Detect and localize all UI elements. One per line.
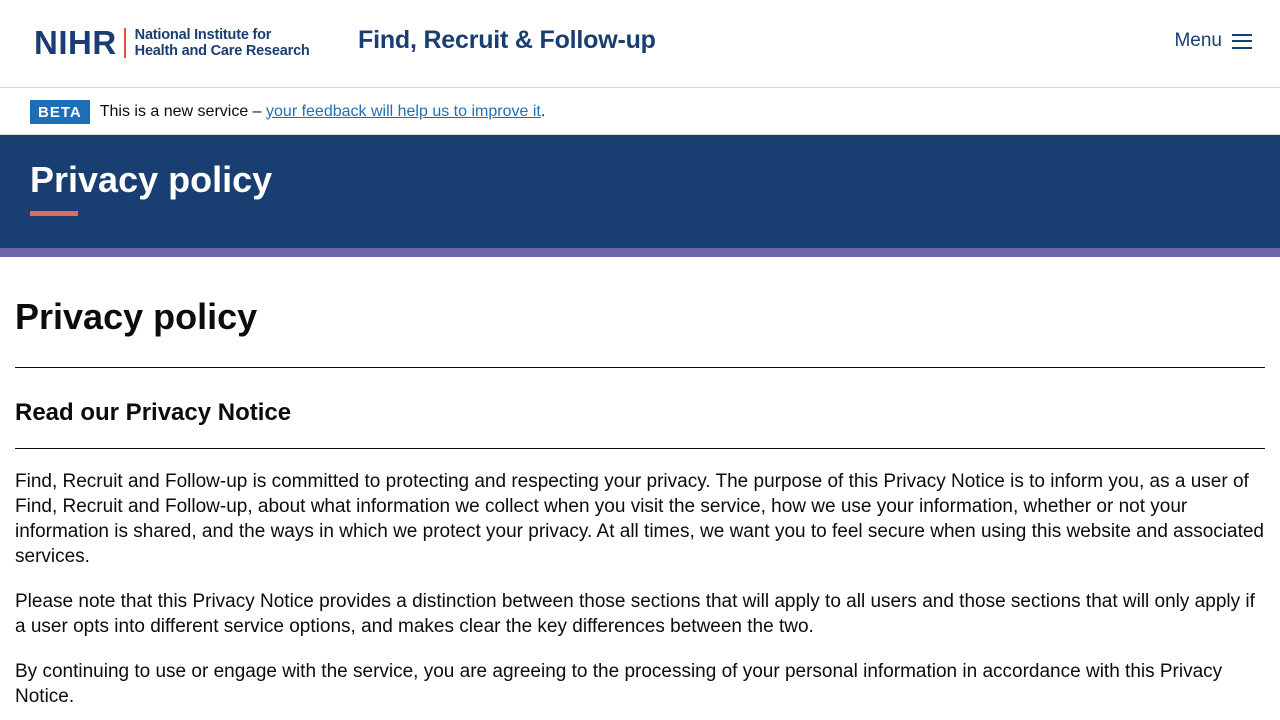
section-title: Read our Privacy Notice — [15, 399, 292, 426]
body-paragraph: Find, Recruit and Follow-up is committed… — [15, 471, 1264, 567]
hero-stripe — [0, 248, 1280, 257]
phase-banner: BETA This is a new service – your feedba… — [0, 89, 1280, 135]
phase-banner-message: This is a new service – — [99, 102, 267, 120]
body-paragraph: By continuing to use or engage with the … — [15, 661, 1223, 707]
hamburger-icon — [1232, 33, 1252, 49]
logo-line-1: National Institute for — [134, 27, 272, 43]
feedback-link[interactable]: your feedback will help us to improve it — [266, 103, 541, 120]
logo-divider — [123, 28, 126, 58]
hero-underline — [30, 211, 78, 216]
beta-tag: BETA — [30, 99, 90, 124]
divider — [15, 367, 1265, 368]
divider — [15, 448, 1265, 449]
phase-banner-text: This is a new service – your feedback wi… — [100, 103, 546, 121]
main-content: Privacy policy Read our Privacy Notice F… — [15, 257, 1265, 709]
site-header: NIHR National Institute for Health and C… — [0, 0, 1280, 88]
page-title: Privacy policy — [15, 296, 258, 337]
logo-text: National Institute for Health and Care R… — [135, 27, 310, 59]
body-paragraph: Please note that this Privacy Notice pro… — [15, 591, 1255, 637]
hero-title: Privacy policy — [30, 159, 273, 200]
logo-line-2: Health and Care Research — [134, 43, 310, 59]
menu-label: Menu — [1174, 30, 1222, 51]
logo-mark: NIHR — [34, 24, 117, 61]
service-name-link[interactable]: Find, Recruit & Follow-up — [358, 26, 656, 55]
nihr-logo[interactable]: NIHR National Institute for Health and C… — [34, 26, 310, 60]
menu-button[interactable]: Menu — [1174, 30, 1252, 52]
page-hero: Privacy policy — [0, 135, 1280, 248]
phase-banner-suffix: . — [540, 102, 546, 120]
